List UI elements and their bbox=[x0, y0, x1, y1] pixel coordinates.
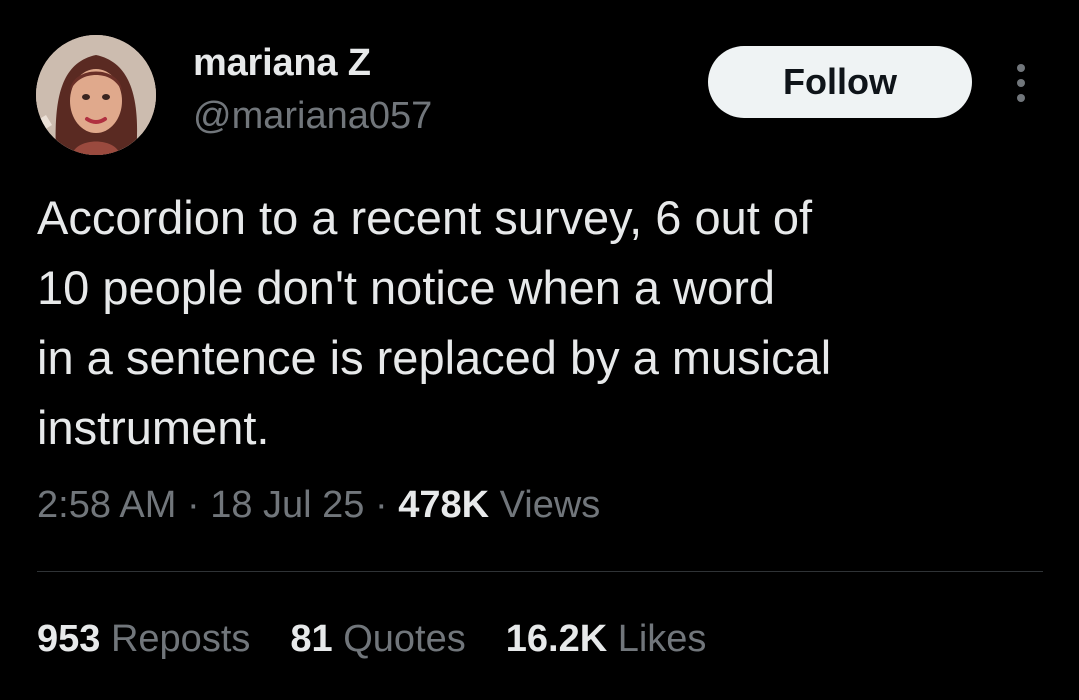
views-label: Views bbox=[499, 484, 601, 526]
follow-button[interactable]: Follow bbox=[708, 46, 972, 118]
engagement-stats: 953 Reposts 81 Quotes 16.2K Likes bbox=[37, 618, 706, 661]
tweet-text-line: 10 people don't notice when a word bbox=[37, 261, 776, 314]
avatar[interactable] bbox=[36, 35, 156, 155]
tweet-date[interactable]: 18 Jul 25 bbox=[210, 484, 364, 526]
quotes-label: Quotes bbox=[343, 618, 466, 660]
reposts-label: Reposts bbox=[110, 618, 251, 660]
views-count: 478K bbox=[398, 484, 490, 526]
tweet-text-line: Accordion to a recent survey, 6 out of bbox=[37, 191, 813, 244]
tweet-text-line: in a sentence is replaced by a musical bbox=[37, 331, 832, 384]
likes-stat[interactable]: 16.2K Likes bbox=[506, 618, 707, 661]
more-dot bbox=[1017, 64, 1025, 72]
display-name[interactable]: mariana Z bbox=[193, 42, 371, 85]
likes-count: 16.2K bbox=[505, 618, 608, 660]
profile-photo bbox=[36, 35, 156, 155]
tweet: mariana Z @mariana057 Follow Accordion t… bbox=[0, 0, 1079, 700]
likes-label: Likes bbox=[617, 618, 707, 660]
tweet-meta: 2:58 AM · 18 Jul 25 · 478K Views bbox=[37, 484, 600, 527]
meta-separator: · bbox=[375, 484, 388, 526]
tweet-text: Accordion to a recent survey, 6 out of 1… bbox=[37, 183, 1037, 463]
divider bbox=[37, 571, 1043, 572]
reposts-stat[interactable]: 953 Reposts bbox=[37, 618, 250, 661]
tweet-text-line: instrument. bbox=[37, 401, 270, 454]
quotes-stat[interactable]: 81 Quotes bbox=[290, 618, 465, 661]
more-dot bbox=[1017, 94, 1025, 102]
user-handle[interactable]: @mariana057 bbox=[193, 95, 432, 138]
tweet-time[interactable]: 2:58 AM bbox=[37, 484, 176, 526]
reposts-count: 953 bbox=[37, 618, 101, 660]
more-vertical-icon[interactable] bbox=[1004, 60, 1038, 106]
quotes-count: 81 bbox=[290, 618, 333, 660]
meta-separator: · bbox=[186, 484, 200, 526]
more-dot bbox=[1017, 79, 1025, 87]
